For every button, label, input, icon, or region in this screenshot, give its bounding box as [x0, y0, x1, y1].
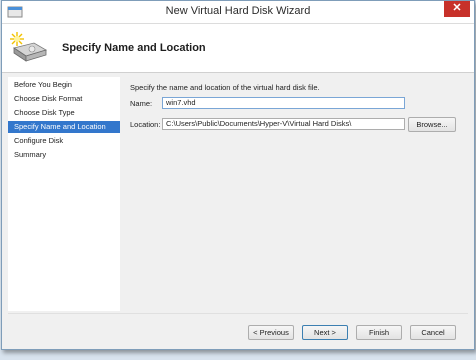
previous-button[interactable]: < Previous	[248, 325, 294, 340]
cancel-button[interactable]: Cancel	[410, 325, 456, 340]
location-label: Location:	[130, 120, 161, 129]
browse-button[interactable]: Browse...	[408, 117, 456, 132]
step-before-you-begin[interactable]: Before You Begin	[8, 79, 120, 91]
next-button[interactable]: Next >	[302, 325, 348, 340]
step-summary[interactable]: Summary	[8, 149, 120, 161]
step-choose-disk-format[interactable]: Choose Disk Format	[8, 93, 120, 105]
step-configure-disk[interactable]: Configure Disk	[8, 135, 120, 147]
step-choose-disk-type[interactable]: Choose Disk Type	[8, 107, 120, 119]
location-field[interactable]: C:\Users\Public\Documents\Hyper-V\Virtua…	[162, 118, 405, 130]
window-title: New Virtual Hard Disk Wizard	[165, 5, 311, 17]
step-specify-name-and-location[interactable]: Specify Name and Location	[8, 121, 120, 133]
title-bar[interactable]: New Virtual Hard Disk Wizard ✕	[2, 1, 474, 24]
wizard-header: Specify Name and Location	[2, 24, 474, 73]
name-label: Name:	[130, 99, 153, 108]
page-title: Specify Name and Location	[62, 42, 206, 54]
name-field[interactable]: win7.vhd	[162, 97, 405, 109]
close-button[interactable]: ✕	[444, 1, 470, 17]
wizard-window: New Virtual Hard Disk Wizard ✕ Specify N…	[1, 0, 475, 350]
finish-button[interactable]: Finish	[356, 325, 402, 340]
disk-wizard-icon	[8, 30, 48, 64]
wizard-steps: Before You Begin Choose Disk Format Choo…	[8, 77, 121, 311]
main-content: Specify the name and location of the vir…	[120, 77, 468, 311]
description-text: Specify the name and location of the vir…	[130, 83, 320, 92]
footer-divider	[8, 313, 468, 314]
